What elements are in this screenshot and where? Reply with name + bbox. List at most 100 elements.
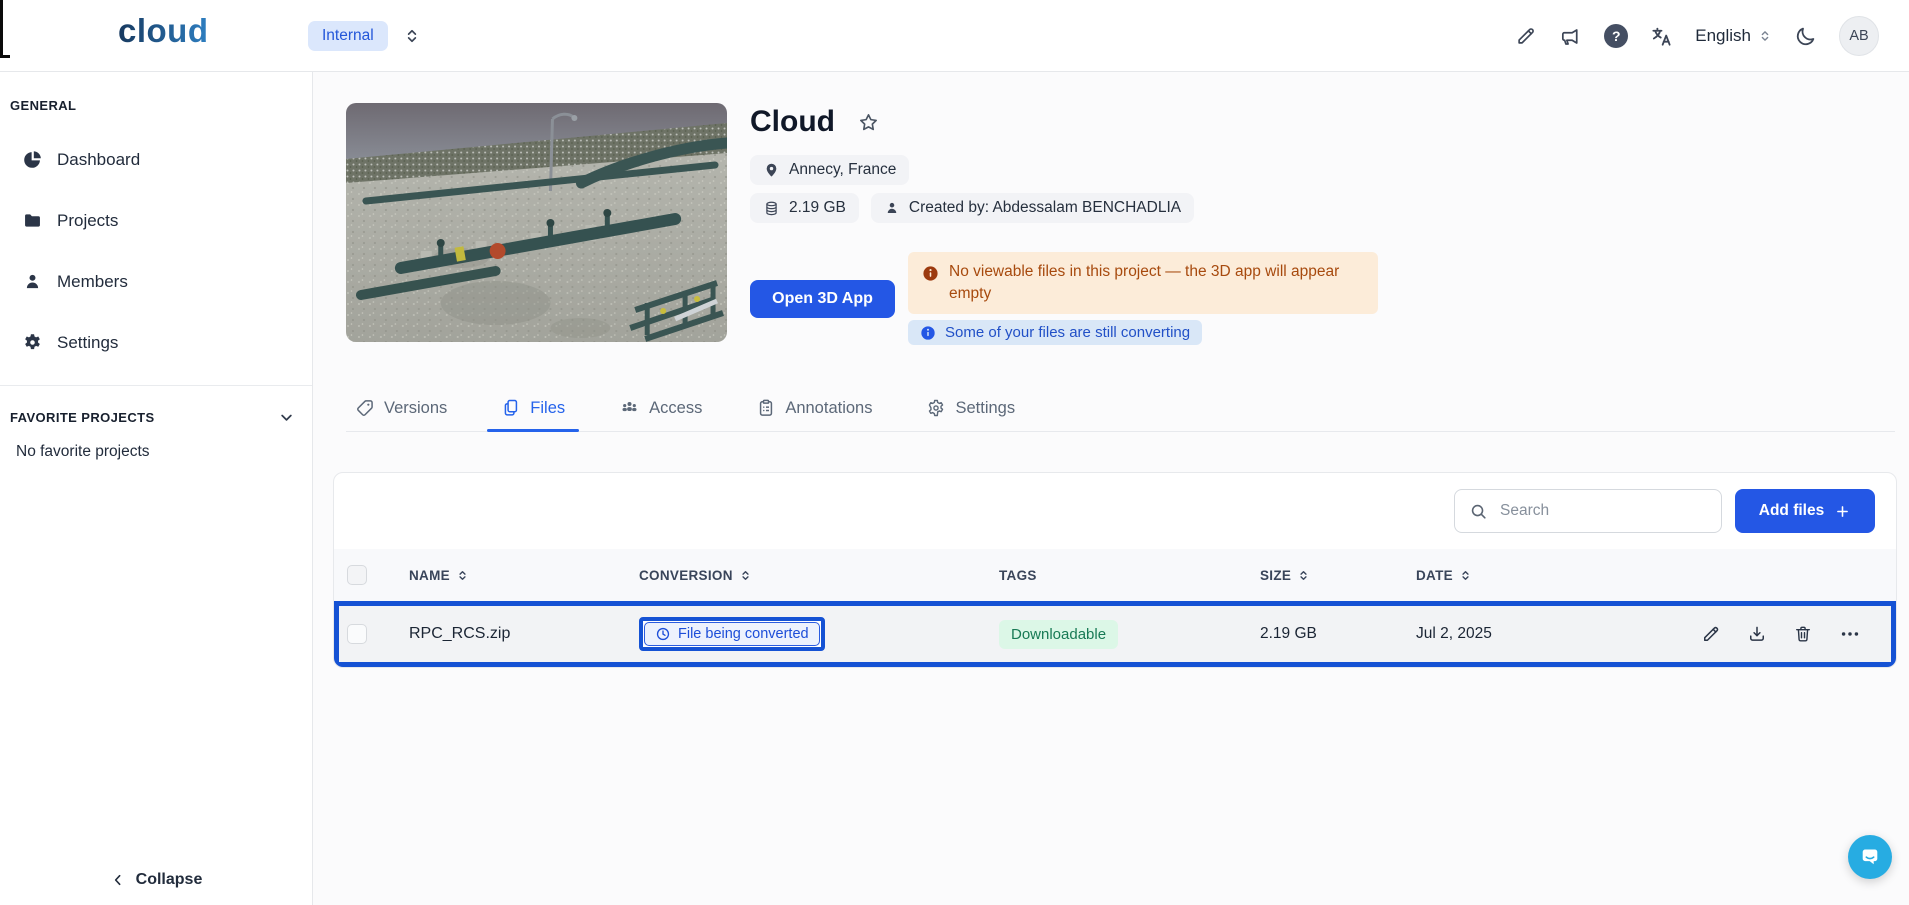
tab-annotations[interactable]: Annotations <box>756 385 872 431</box>
warning-info-icon <box>922 261 939 282</box>
tab-versions[interactable]: Versions <box>355 385 447 431</box>
plus-icon <box>1834 503 1851 520</box>
table-row[interactable]: RPC_RCS.zip File being converted Downloa… <box>339 606 1891 662</box>
tab-access[interactable]: Access <box>619 385 702 431</box>
conversion-status-label: File being converted <box>678 626 809 642</box>
main-content: Cloud Annecy, France 2.19 GB <box>313 72 1909 905</box>
project-thumbnail <box>346 103 727 342</box>
more-actions-button[interactable] <box>1839 623 1861 645</box>
tag-icon <box>355 398 375 418</box>
file-size: 2.19 GB <box>1260 625 1416 643</box>
person-icon <box>22 271 43 292</box>
sort-icon <box>1297 569 1310 582</box>
column-header-conversion[interactable]: CONVERSION <box>639 568 999 583</box>
tab-bar: Versions Files Access Annotations <box>346 385 1895 432</box>
sidebar-divider <box>0 385 312 386</box>
column-header-tags: TAGS <box>999 568 1260 583</box>
sidebar-item-dashboard[interactable]: Dashboard <box>0 129 312 190</box>
favorites-title: FAVORITE PROJECTS <box>10 410 155 425</box>
help-icon[interactable]: ? <box>1604 24 1628 48</box>
info-alert: Some of your files are still converting <box>908 320 1202 345</box>
sort-icon <box>456 569 469 582</box>
download-file-button[interactable] <box>1747 624 1767 644</box>
location-badge: Annecy, France <box>750 155 909 185</box>
conversion-status-badge: File being converted <box>644 622 820 646</box>
tab-label: Settings <box>955 399 1015 418</box>
clock-icon <box>655 626 671 642</box>
info-icon <box>920 325 936 341</box>
gear-icon <box>926 398 946 418</box>
project-size-badge: 2.19 GB <box>750 193 859 223</box>
edit-icon[interactable] <box>1515 25 1537 47</box>
file-date: Jul 2, 2025 <box>1416 625 1664 643</box>
sidebar-item-settings[interactable]: Settings <box>0 312 312 373</box>
tab-label: Versions <box>384 399 447 418</box>
files-table-card: Add files NAME CONVERSION TAGS <box>333 472 1897 668</box>
edit-file-button[interactable] <box>1701 624 1721 644</box>
sidebar-item-label: Settings <box>57 333 118 353</box>
pie-chart-icon <box>22 149 43 170</box>
row-checkbox[interactable] <box>347 624 367 644</box>
search-box[interactable] <box>1454 489 1722 533</box>
tab-files[interactable]: Files <box>501 385 565 431</box>
workspace-switcher[interactable]: Internal <box>308 0 421 72</box>
select-all-checkbox[interactable] <box>347 565 367 585</box>
sidebar-item-members[interactable]: Members <box>0 251 312 312</box>
search-input[interactable] <box>1498 501 1707 521</box>
tab-label: Access <box>649 399 702 418</box>
warning-alert: No viewable files in this project — the … <box>908 252 1378 314</box>
folder-icon <box>22 210 43 231</box>
app-window: cloud Internal ? English <box>0 0 1909 905</box>
sidebar-section-general: GENERAL <box>10 98 302 113</box>
sidebar: GENERAL Dashboard Projects Members <box>0 72 313 905</box>
sort-icon <box>1459 569 1472 582</box>
topbar-actions: ? English AB <box>1515 0 1879 72</box>
unfold-icon[interactable] <box>403 27 421 45</box>
window-edge-artifact <box>0 55 10 58</box>
sidebar-collapse-button[interactable]: Collapse <box>0 871 312 889</box>
announcements-icon[interactable] <box>1559 25 1582 48</box>
tab-label: Annotations <box>785 399 872 418</box>
file-name: RPC_RCS.zip <box>409 625 639 643</box>
window-edge-artifact <box>0 0 3 57</box>
chevron-down-icon[interactable] <box>277 408 296 427</box>
chevron-left-icon <box>110 872 126 888</box>
column-header-name[interactable]: NAME <box>409 568 639 583</box>
project-header: Cloud Annecy, France 2.19 GB <box>750 102 1194 223</box>
sort-icon <box>739 569 752 582</box>
translate-icon[interactable] <box>1650 25 1673 48</box>
dark-mode-icon[interactable] <box>1794 25 1817 48</box>
avatar[interactable]: AB <box>1839 16 1879 56</box>
app-logo[interactable]: cloud <box>118 12 209 50</box>
location-label: Annecy, France <box>789 161 896 179</box>
row-highlight-annotation: RPC_RCS.zip File being converted Downloa… <box>334 601 1896 667</box>
file-tag: Downloadable <box>999 620 1118 649</box>
tab-label: Files <box>530 399 565 418</box>
files-icon <box>501 398 521 418</box>
sidebar-item-label: Projects <box>57 211 118 231</box>
tab-settings[interactable]: Settings <box>926 385 1015 431</box>
topbar: cloud Internal ? English <box>0 0 1909 72</box>
created-by-label: Created by: Abdessalam BENCHADLIA <box>909 199 1181 217</box>
add-files-button[interactable]: Add files <box>1735 489 1875 533</box>
favorites-empty-text: No favorite projects <box>16 443 312 461</box>
column-header-size[interactable]: SIZE <box>1260 568 1416 583</box>
sidebar-item-projects[interactable]: Projects <box>0 190 312 251</box>
chat-icon <box>1858 845 1882 869</box>
chat-launcher-button[interactable] <box>1848 835 1892 879</box>
project-size-label: 2.19 GB <box>789 199 846 217</box>
delete-file-button[interactable] <box>1793 624 1813 644</box>
page-title: Cloud <box>750 102 835 142</box>
workspace-badge[interactable]: Internal <box>308 21 388 51</box>
clipboard-icon <box>756 398 776 418</box>
warning-message: No viewable files in this project — the … <box>949 261 1364 305</box>
favorite-star-icon[interactable] <box>857 111 880 134</box>
language-selector[interactable]: English <box>1695 26 1772 46</box>
table-header: NAME CONVERSION TAGS SIZE DATE <box>334 549 1896 601</box>
badge-highlight-annotation: File being converted <box>639 617 825 651</box>
info-message: Some of your files are still converting <box>945 324 1190 341</box>
person-icon <box>884 200 900 216</box>
favorite-projects-header[interactable]: FAVORITE PROJECTS <box>10 408 296 427</box>
column-header-date[interactable]: DATE <box>1416 568 1664 583</box>
open-3d-app-button[interactable]: Open 3D App <box>750 280 895 318</box>
